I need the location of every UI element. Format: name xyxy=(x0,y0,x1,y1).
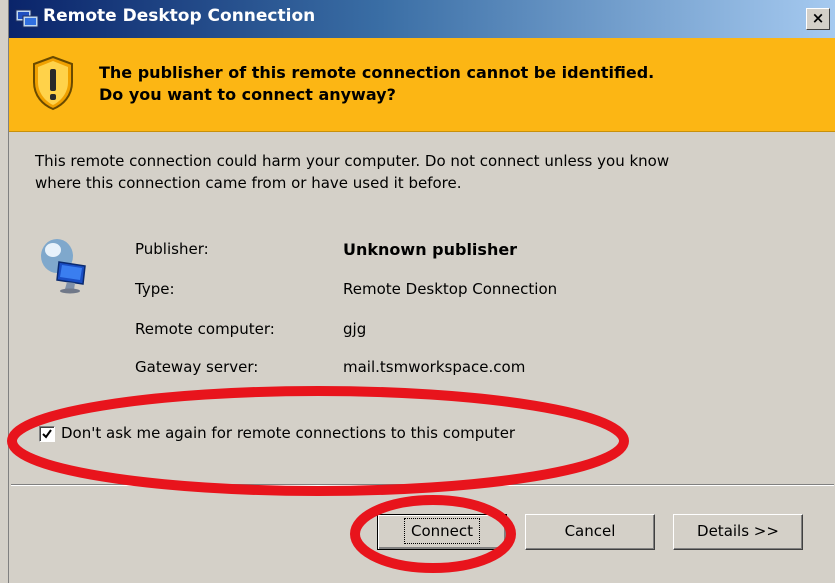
warning-banner: The publisher of this remote connection … xyxy=(9,38,835,132)
warning-message: This remote connection could harm your c… xyxy=(35,150,815,194)
remote-desktop-app-icon xyxy=(15,9,39,28)
button-separator xyxy=(11,484,834,486)
title-bar[interactable]: Remote Desktop Connection × xyxy=(9,0,835,38)
publisher-label: Publisher: xyxy=(135,240,209,258)
warning-line-2: Do you want to connect anyway? xyxy=(99,85,396,104)
remote-computer-icon xyxy=(41,239,86,294)
dont-ask-again-checkbox[interactable] xyxy=(39,426,55,442)
type-label: Type: xyxy=(135,280,175,298)
message-line-1: This remote connection could harm your c… xyxy=(35,152,670,170)
checkmark-icon xyxy=(42,429,52,439)
message-line-2: where this connection came from or have … xyxy=(35,174,462,192)
close-button[interactable]: × xyxy=(806,8,830,30)
gateway-server-value: mail.tsmworkspace.com xyxy=(343,358,526,376)
connect-button[interactable]: Connect xyxy=(377,514,507,550)
cancel-button[interactable]: Cancel xyxy=(525,514,655,550)
dont-ask-again-label[interactable]: Don't ask me again for remote connection… xyxy=(61,424,515,442)
warning-line-1: The publisher of this remote connection … xyxy=(99,63,655,82)
details-button[interactable]: Details >> xyxy=(673,514,803,550)
rdc-dialog: Remote Desktop Connection × The publishe… xyxy=(8,0,835,583)
remote-computer-value: gjg xyxy=(343,320,367,338)
type-value: Remote Desktop Connection xyxy=(343,280,558,298)
warning-heading: The publisher of this remote connection … xyxy=(99,62,819,106)
publisher-value: Unknown publisher xyxy=(343,240,518,259)
gateway-server-label: Gateway server: xyxy=(135,358,259,376)
connect-button-label: Connect xyxy=(403,518,481,544)
remote-computer-label: Remote computer: xyxy=(135,320,275,338)
window-title: Remote Desktop Connection xyxy=(43,6,316,26)
warning-shield-icon xyxy=(33,55,73,111)
